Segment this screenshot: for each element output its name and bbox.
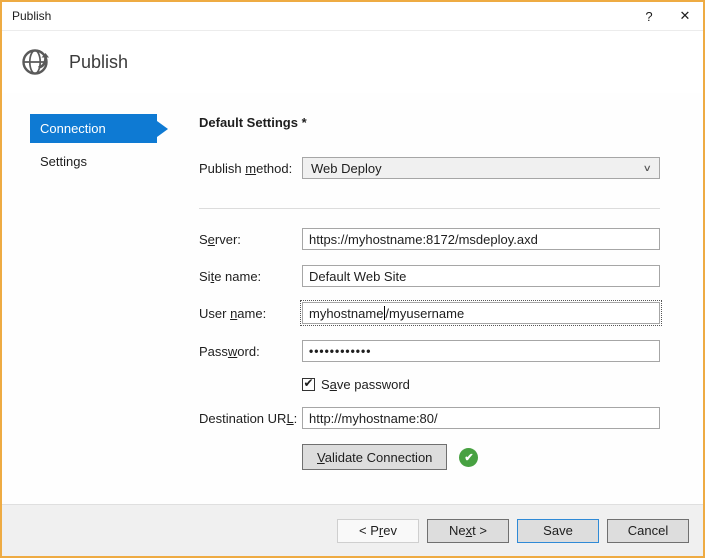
publish-globe-icon [20,46,52,78]
password-label: Password: [199,343,260,359]
destination-url-row: Destination URL: [199,407,660,429]
destination-url-input[interactable] [302,407,660,429]
save-button[interactable]: Save [517,518,599,543]
server-label: Server: [199,231,241,247]
checkmark-icon: ✔ [303,376,314,390]
publish-method-dropdown[interactable]: Web Deploy ∨ [302,157,660,179]
next-button[interactable]: Next > [427,518,509,543]
user-name-value-after-caret: /myusername [385,305,465,321]
publish-dialog: Publish ? ✕ Publish Connection Settings … [0,0,705,558]
footer-bar: < Prev Next > Save Cancel [2,504,703,556]
validate-connection-button[interactable]: Validate Connection [302,444,448,470]
title-bar: Publish ? ✕ [2,2,703,31]
publish-method-label: Publish method: [199,160,293,176]
destination-url-label: Destination URL: [199,410,298,426]
chevron-down-icon: ∨ [643,162,653,173]
cancel-button[interactable]: Cancel [607,518,689,543]
dialog-header: Publish [2,31,703,93]
connection-panel: Default Settings * Publish method: Web D… [199,93,703,504]
sidebar-item-label: Connection [40,121,106,136]
page-title: Publish [69,51,129,72]
site-name-label: Site name: [199,268,262,284]
site-name-row: Site name: [199,265,660,287]
sidebar-item-connection[interactable]: Connection [30,114,157,143]
user-name-label: User name: [199,305,267,321]
sidebar: Connection Settings [2,93,199,504]
settings-heading: Default Settings * [199,115,307,130]
save-password-checkbox[interactable]: ✔ [302,376,315,391]
user-name-value-before-caret: myhostname [309,305,384,321]
site-name-input[interactable] [302,265,660,287]
window-title: Publish [12,9,52,23]
server-row: Server: [199,228,660,250]
help-icon: ? [645,8,653,24]
password-input[interactable] [302,340,660,362]
sidebar-item-label: Settings [40,154,87,169]
close-icon: ✕ [679,8,691,23]
user-name-input[interactable]: myhostname/myusername [300,300,662,326]
publish-method-row: Publish method: Web Deploy ∨ [199,157,660,179]
save-password-row: ✔ Save password [302,376,660,392]
server-input[interactable] [302,228,660,250]
save-password-label[interactable]: Save password [321,377,410,392]
close-button[interactable]: ✕ [667,2,703,30]
dialog-body: Connection Settings Default Settings * P… [2,93,703,504]
password-row: Password: [199,340,660,362]
help-button[interactable]: ? [631,2,667,30]
sidebar-item-settings[interactable]: Settings [30,147,157,176]
user-name-row: User name: myhostname/myusername [199,300,662,326]
validation-success-icon: ✔ [459,447,479,467]
validate-row: Validate Connection ✔ [302,444,660,470]
prev-button[interactable]: < Prev [337,518,419,543]
publish-method-value: Web Deploy [311,160,382,176]
section-divider [199,208,660,209]
